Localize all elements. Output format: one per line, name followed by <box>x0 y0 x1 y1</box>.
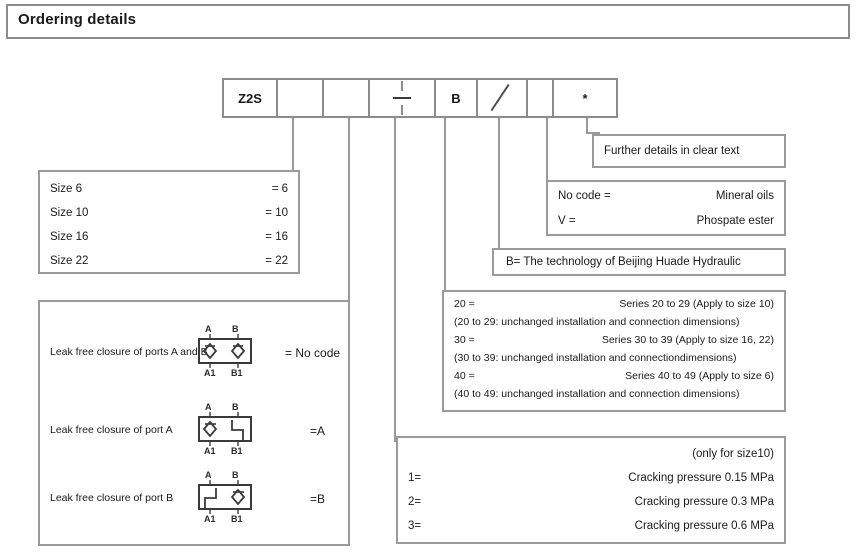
cracking-desc-0: Cracking pressure 0.15 MPa <box>628 472 774 484</box>
closure-port-top-a-0: A <box>205 324 212 334</box>
code-cell-slash[interactable] <box>476 78 528 118</box>
size-row-label-1: Size 10 <box>50 207 89 219</box>
code-cell-model[interactable]: Z2S <box>222 78 278 118</box>
fluid-desc-0: Mineral oils <box>715 190 774 202</box>
cracking-desc-2: Cracking pressure 0.6 MPa <box>634 520 774 532</box>
series-desc-2: Series 40 to 49 (Apply to size 6) <box>625 370 774 382</box>
connector-fluid-vertical <box>546 118 548 184</box>
closure-box: Leak free closure of ports A and B A B A… <box>38 300 350 546</box>
cracking-code-1: 2= <box>408 496 422 508</box>
closure-port-top-b-1: B <box>232 402 239 412</box>
page-title: Ordering details <box>18 11 137 28</box>
dash-icon <box>393 97 411 99</box>
code-cell-series[interactable] <box>368 78 436 118</box>
header-border-left <box>6 4 8 39</box>
series-note-2: (40 to 49: unchanged installation and co… <box>454 388 740 400</box>
closure-port-top-b-0: B <box>232 324 239 334</box>
header-border-right <box>848 4 850 39</box>
header-rule-top <box>6 4 850 6</box>
closure-code-1: =A <box>310 424 326 438</box>
connector-closure-vertical <box>348 118 350 302</box>
closure-symbol-1 <box>195 412 255 446</box>
fluid-code-1: V = <box>558 215 576 227</box>
closure-port-top-a-1: A <box>205 402 212 412</box>
closure-port-top-a-2: A <box>205 470 212 480</box>
code-cell-gap <box>526 78 554 118</box>
closure-port-bottom-a-0: A1 <box>204 368 216 378</box>
size-row-label-2: Size 16 <box>50 231 89 243</box>
cracking-note: (only for size10) <box>692 448 774 460</box>
series-desc-0: Series 20 to 29 (Apply to size 10) <box>619 298 774 310</box>
closure-symbol-2 <box>195 480 255 514</box>
series-desc-1: Series 30 to 39 (Apply to size 16, 22) <box>601 334 774 346</box>
closure-port-bottom-b-1: B1 <box>231 446 243 456</box>
cracking-desc-1: Cracking pressure 0.3 MPa <box>634 496 774 508</box>
closure-label-0: Leak free closure of ports A and B <box>50 346 208 358</box>
tick-bottom-icon <box>401 105 403 115</box>
closure-port-bottom-a-1: A1 <box>204 446 216 456</box>
tick-top-icon <box>401 81 403 91</box>
series-code-0: 20 = <box>454 298 475 310</box>
code-cell-further-details[interactable]: * <box>552 78 618 118</box>
closure-code-0: = No code <box>285 346 341 360</box>
series-code-2: 40 = <box>454 370 475 382</box>
size-row-code-3: = 22 <box>265 255 288 267</box>
size-row-code-2: = 16 <box>265 231 288 243</box>
closure-port-bottom-b-0: B1 <box>231 368 243 378</box>
series-note-0: (20 to 29: unchanged installation and co… <box>454 316 740 328</box>
cracking-pressure-box: (only for size10) 1= Cracking pressure 0… <box>396 436 786 544</box>
size-box: Size 6 = 6 Size 10 = 10 Size 16 = 16 Siz… <box>38 170 300 274</box>
technology-text: B= The technology of Beijing Huade Hydra… <box>506 256 741 268</box>
connector-cracking-vertical <box>444 118 446 294</box>
fluid-code-0: No code = <box>558 190 611 202</box>
size-row-label-3: Size 22 <box>50 255 89 267</box>
size-row-code-0: = 6 <box>271 183 288 195</box>
closure-symbol-0 <box>195 334 255 368</box>
closure-code-2: =B <box>310 492 326 506</box>
technology-box: B= The technology of Beijing Huade Hydra… <box>492 248 786 276</box>
series-code-1: 30 = <box>454 334 475 346</box>
fluid-box: No code = Mineral oils V = Phospate este… <box>546 180 786 236</box>
further-details-box: Further details in clear text <box>592 134 786 168</box>
closure-label-1: Leak free closure of port A <box>50 424 173 436</box>
header-rule-bottom <box>6 37 850 39</box>
slash-icon <box>490 84 510 112</box>
size-row-label-0: Size 6 <box>50 183 82 195</box>
closure-port-top-b-2: B <box>232 470 239 480</box>
series-note-1: (30 to 39: unchanged installation and co… <box>454 352 737 364</box>
code-cell-size[interactable] <box>276 78 324 118</box>
code-cell-closure[interactable] <box>322 78 370 118</box>
size-row-code-1: = 10 <box>265 207 288 219</box>
connector-technology-vertical <box>498 118 500 248</box>
cracking-code-0: 1= <box>408 472 422 484</box>
further-details-text: Further details in clear text <box>604 145 740 157</box>
cracking-code-2: 3= <box>408 520 422 532</box>
code-cell-technology[interactable]: B <box>434 78 478 118</box>
fluid-desc-1: Phospate ester <box>696 215 774 227</box>
closure-label-2: Leak free closure of port B <box>50 492 174 504</box>
closure-port-bottom-b-2: B1 <box>231 514 243 524</box>
series-box: 20 = Series 20 to 29 (Apply to size 10) … <box>442 290 786 412</box>
closure-port-bottom-a-2: A1 <box>204 514 216 524</box>
connector-series-vertical <box>394 118 396 442</box>
ordering-details-page: Ordering details Z2S B * Size 6 = 6 Size… <box>0 0 856 560</box>
